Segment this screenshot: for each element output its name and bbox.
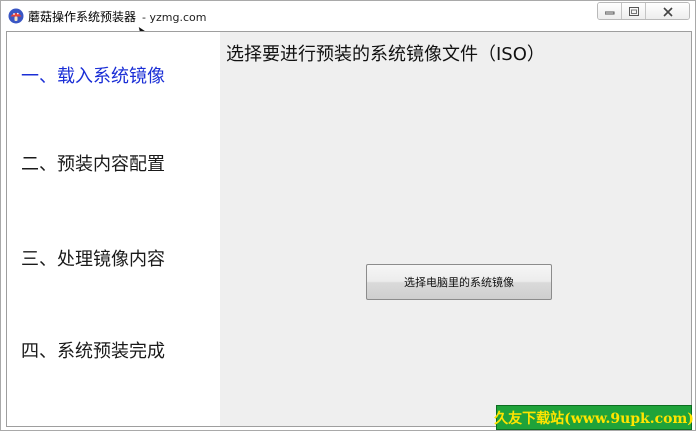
step-preinstall-complete[interactable]: 四、系统预装完成: [21, 337, 165, 363]
site-watermark: 久友下载站(www.9upk.com): [494, 405, 694, 430]
minimize-icon: [604, 11, 614, 14]
minimize-button[interactable]: [598, 3, 622, 19]
step-load-image[interactable]: 一、载入系统镜像: [21, 62, 165, 88]
maximize-button[interactable]: [622, 3, 646, 19]
step-preinstall-config[interactable]: 二、预装内容配置: [21, 150, 165, 176]
close-icon: [662, 6, 673, 17]
app-window: 蘑菇操作系统预装器 - yzmg.com 一、载入系统镜像 二、预装内容配置 三…: [0, 0, 696, 431]
close-button[interactable]: [646, 3, 689, 19]
step-sidebar: 一、载入系统镜像 二、预装内容配置 三、处理镜像内容 四、系统预装完成: [7, 32, 220, 426]
step-process-image[interactable]: 三、处理镜像内容: [21, 245, 165, 271]
caption-buttons: [597, 2, 690, 20]
maximize-icon: [628, 7, 639, 16]
main-panel: 选择要进行预装的系统镜像文件（ISO） 选择电脑里的系统镜像: [220, 32, 691, 426]
mushroom-logo-icon: [8, 8, 24, 24]
window-title: 蘑菇操作系统预装器 - yzmg.com: [28, 8, 206, 25]
select-image-button[interactable]: 选择电脑里的系统镜像: [366, 264, 552, 300]
window-title-text: 蘑菇操作系统预装器: [28, 10, 137, 24]
title-bar[interactable]: 蘑菇操作系统预装器 - yzmg.com: [1, 1, 695, 31]
client-area: 一、载入系统镜像 二、预装内容配置 三、处理镜像内容 四、系统预装完成 选择要进…: [6, 31, 692, 427]
page-heading: 选择要进行预装的系统镜像文件（ISO）: [226, 44, 545, 65]
window-subtitle: - yzmg.com: [142, 11, 207, 24]
